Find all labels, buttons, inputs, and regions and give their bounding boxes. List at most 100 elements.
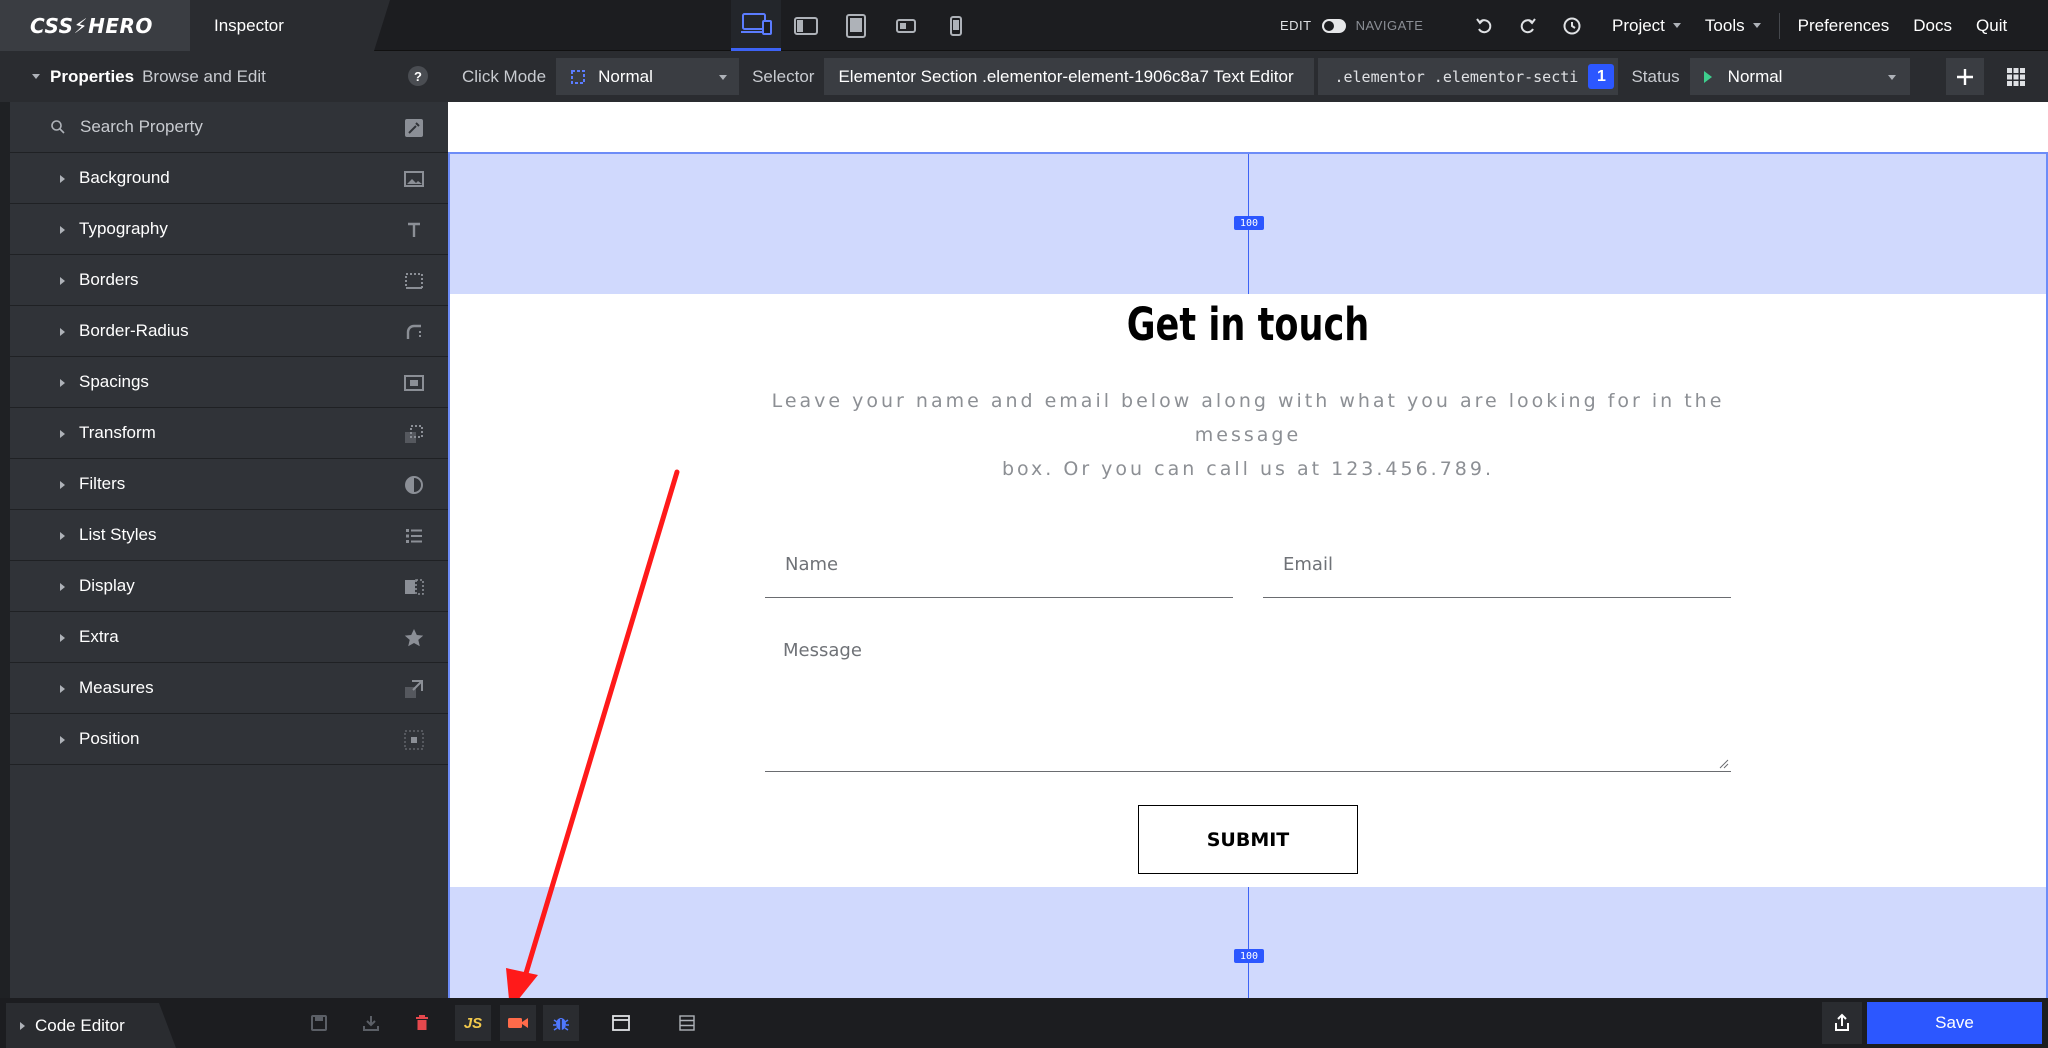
save-draft-button[interactable] [301,1005,337,1041]
export-button[interactable] [1822,1002,1862,1044]
selector-path-input[interactable]: .elementor .elementor-secti 1 [1318,58,1619,95]
chevron-right-icon [60,328,65,336]
property-position[interactable]: Position [10,714,448,765]
tablet-device-button[interactable] [831,0,881,51]
eyedropper-icon [405,119,423,137]
chevron-right-icon [60,736,65,744]
property-measures[interactable]: Measures [10,663,448,714]
floppy-icon [311,1015,327,1031]
js-icon: JS [463,1014,483,1032]
help-button[interactable]: ? [408,66,428,86]
property-search[interactable]: Search Property [10,102,448,153]
grid-icon [2007,67,2025,86]
bottom-bar: Code Editor JS Save [0,998,2048,1048]
mobile-icon [950,15,962,36]
property-filters[interactable]: Filters [10,459,448,510]
properties-panel: Search Property Background Typography Bord… [10,102,448,998]
properties-header[interactable]: Properties Browse and Edit ? [10,51,448,102]
property-label: Filters [79,474,126,493]
eyedropper-button[interactable] [404,118,424,138]
resize-handle-icon[interactable] [1719,759,1729,769]
selector-breadcrumb[interactable]: Elementor Section .elementor-element-190… [824,58,1315,95]
chevron-right-icon [60,277,65,285]
image-icon [404,169,424,189]
history-button[interactable] [1558,12,1586,40]
tablet-landscape-device-button[interactable] [881,0,931,51]
name-field[interactable]: Name [765,538,1233,598]
redo-button[interactable] [1514,12,1542,40]
chevron-right-icon [60,583,65,591]
property-background[interactable]: Background [10,153,448,204]
menu-docs[interactable]: Docs [1901,0,1964,51]
property-label: Display [79,576,135,595]
chevron-right-icon [60,379,65,387]
logo-text: CSS⚡HERO [30,13,153,38]
email-field[interactable]: Email [1263,538,1731,598]
selector-match-count: 1 [1588,64,1615,89]
intro-text[interactable]: Leave your name and email below along wi… [768,384,1728,486]
property-list: Background Typography Borders Border-Radius… [10,153,448,765]
property-spacings[interactable]: Spacings [10,357,448,408]
search-input[interactable]: Search Property [80,117,203,137]
padding-bottom-highlight[interactable]: 100 [448,887,2048,998]
padding-guide-line [1248,887,1249,998]
code-editor-tab[interactable]: Code Editor [6,1003,176,1048]
list-icon [404,526,424,546]
page-heading[interactable]: Get in touch [624,298,1872,351]
download-button[interactable] [353,1005,389,1041]
click-mode-dropdown[interactable]: Normal [556,58,740,95]
apps-grid-button[interactable] [1997,58,2035,95]
js-editor-button[interactable]: JS [455,1005,491,1041]
menu-divider [1778,12,1780,39]
properties-subtitle: Browse and Edit [142,66,266,86]
menu-tools[interactable]: Tools [1693,0,1773,51]
property-typography[interactable]: Typography [10,204,448,255]
edit-navigate-switch[interactable]: EDIT NAVIGATE [1280,0,1423,51]
tablet-landscape-icon [896,18,916,33]
chevron-right-icon [60,175,65,183]
trash-icon [416,1015,428,1030]
delete-button[interactable] [404,1005,440,1041]
mobile-device-button[interactable] [931,0,981,51]
status-dropdown[interactable]: Normal [1689,58,1910,95]
menu-tools-label: Tools [1704,15,1745,35]
debug-button[interactable] [543,1005,579,1041]
property-border-radius[interactable]: Border-Radius [10,306,448,357]
record-button[interactable] [500,1005,536,1041]
chevron-right-icon [20,1021,25,1030]
submit-button[interactable]: SUBMIT [1138,805,1358,874]
message-field[interactable]: Message [765,622,1731,772]
padding-top-highlight[interactable]: 100 [448,152,2048,294]
star-icon [404,628,424,648]
property-list-styles[interactable]: List Styles [10,510,448,561]
desktop-device-button[interactable] [731,0,781,51]
save-button[interactable]: Save [1867,1002,2042,1044]
tab-inspector[interactable]: Inspector [190,0,390,51]
menu-project[interactable]: Project [1600,0,1693,51]
layout-button[interactable] [669,1005,705,1041]
laptop-device-button[interactable] [781,0,831,51]
padding-bottom-value: 100 [1234,949,1264,963]
edit-mode-label: EDIT [1280,18,1312,33]
status-value: Normal [1727,66,1783,86]
add-button[interactable] [1946,58,1984,95]
selector-label: Selector [752,66,815,86]
intro-line: box. Or you can call us at 123.456.789. [1001,458,1495,480]
page-canvas[interactable]: 100 Get in touch Leave your name and ema… [448,102,2048,998]
undo-button[interactable] [1470,12,1498,40]
message-placeholder: Message [783,640,862,661]
menu-quit[interactable]: Quit [1964,0,2019,51]
chevron-right-icon [60,481,65,489]
menu-preferences[interactable]: Preferences [1786,0,1902,51]
property-label: Measures [79,678,154,697]
mode-toggle[interactable] [1321,18,1346,33]
redo-icon [1520,17,1536,33]
property-extra[interactable]: Extra [10,612,448,663]
navigate-mode-label: NAVIGATE [1355,18,1424,33]
clock-icon [1563,17,1581,34]
property-borders[interactable]: Borders [10,255,448,306]
desktop-icon [741,13,772,35]
property-transform[interactable]: Transform [10,408,448,459]
window-button[interactable] [603,1005,639,1041]
property-display[interactable]: Display [10,561,448,612]
